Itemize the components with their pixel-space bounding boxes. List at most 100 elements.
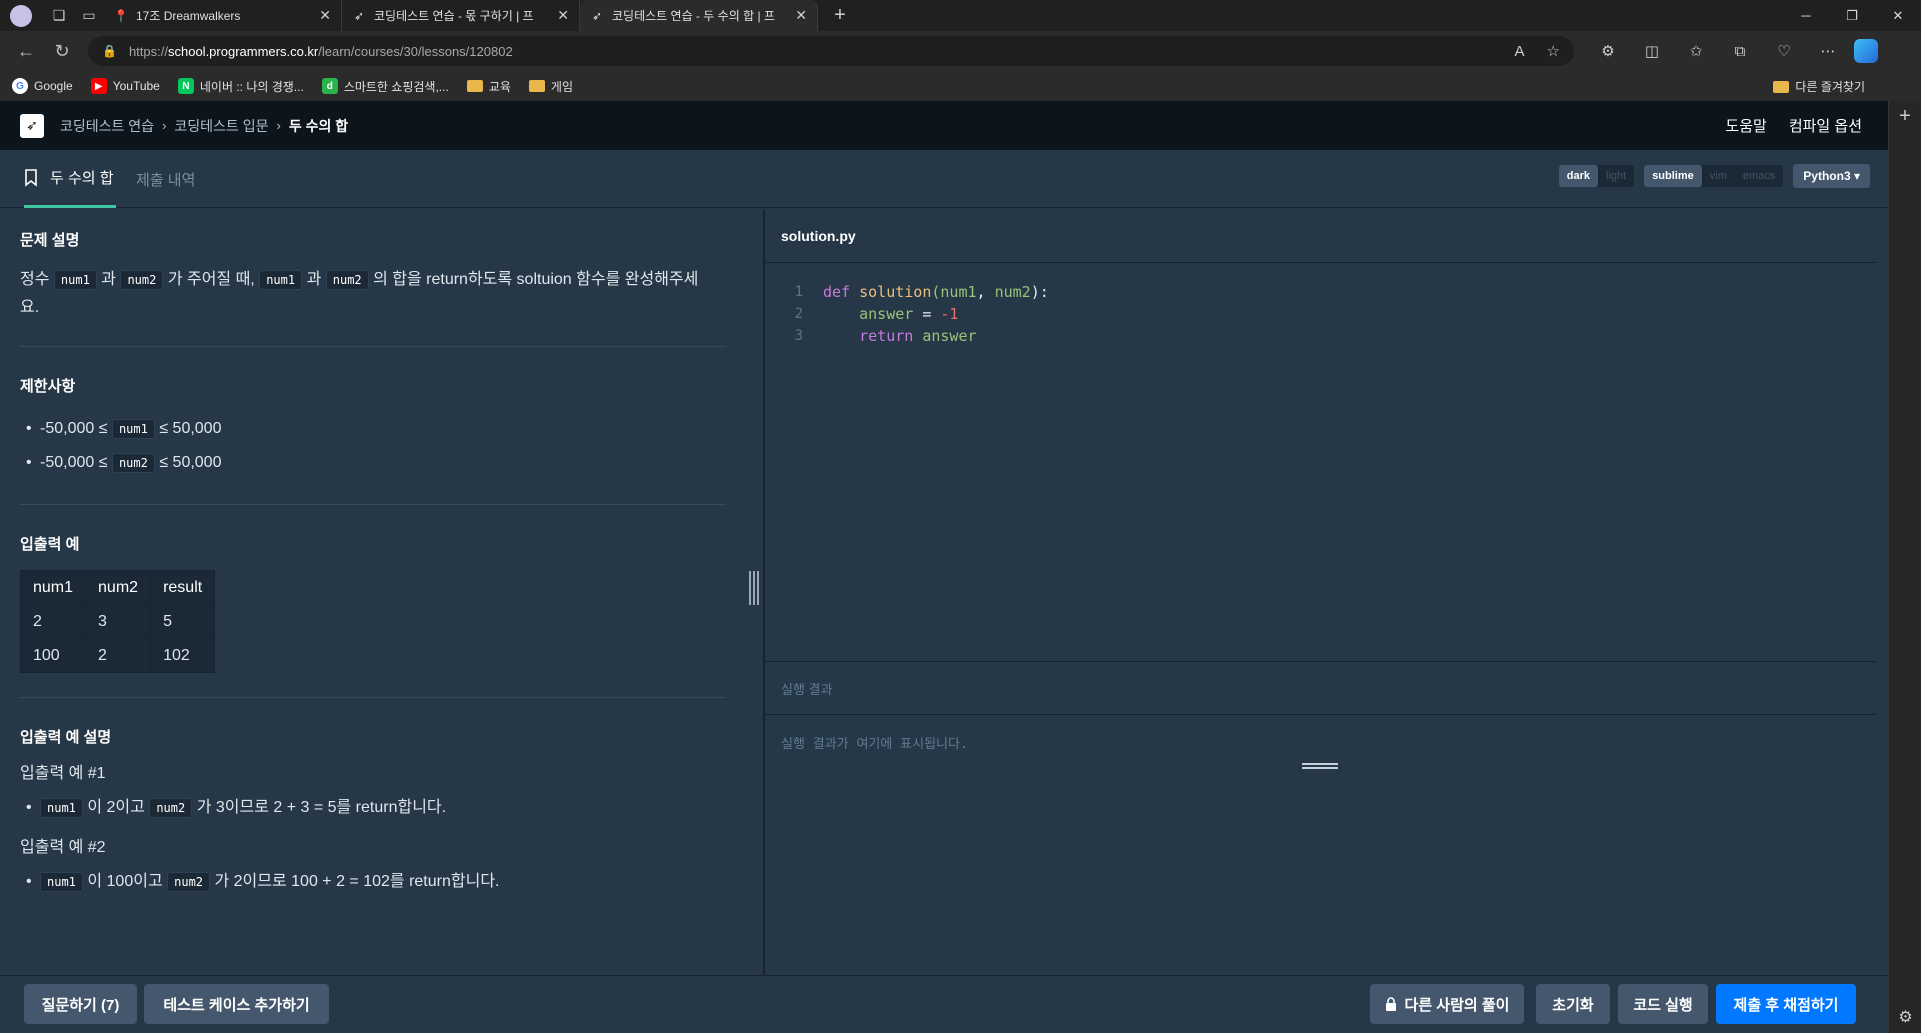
table-cell: 3 xyxy=(85,604,152,639)
run-code-button[interactable]: 코드 실행 xyxy=(1618,984,1708,1024)
list-item: -50,000 ≤ num1 ≤ 50,000 xyxy=(20,412,742,446)
language-select[interactable]: Python3 ▾ xyxy=(1793,164,1870,188)
language-label: Python3 xyxy=(1803,169,1851,183)
keymap-sublime-button[interactable]: sublime xyxy=(1644,165,1702,187)
table-row: 100 2 102 xyxy=(19,638,216,673)
result-output: 실행 결과가 여기에 표시됩니다. xyxy=(765,715,1876,975)
reset-button[interactable]: 초기화 xyxy=(1536,984,1610,1024)
others-solutions-button[interactable]: 다른 사람의 풀이 xyxy=(1370,984,1524,1024)
token-operator: = xyxy=(913,305,941,323)
add-testcase-button[interactable]: 테스트 케이스 추가하기 xyxy=(144,984,329,1024)
compile-options-link[interactable]: 컴파일 옵션 xyxy=(1789,115,1862,136)
google-icon: G xyxy=(12,78,28,94)
tab-label: 제출 내역 xyxy=(136,171,196,189)
bookmark-naver[interactable]: N 네이버 :: 나의 경쟁... xyxy=(177,78,304,95)
favorite-star-icon[interactable]: ☆ xyxy=(1547,42,1560,60)
keymap-emacs-button[interactable]: emacs xyxy=(1735,165,1783,187)
bookmark-google[interactable]: G Google xyxy=(12,78,73,94)
minimize-icon[interactable]: ─ xyxy=(1783,0,1829,31)
tab-problem[interactable]: 두 수의 합 xyxy=(24,150,116,208)
text: 이 2이고 xyxy=(87,799,145,816)
submit-button[interactable]: 제출 후 채점하기 xyxy=(1716,984,1856,1024)
code-line: 2 answer = -1 xyxy=(765,303,1876,325)
help-link[interactable]: 도움말 xyxy=(1725,115,1766,136)
browser-tab-3[interactable]: ➶ 코딩테스트 연습 - 두 수의 합 | 프 ✕ xyxy=(580,0,818,31)
settings-gear-icon[interactable]: ⚙ xyxy=(1889,1007,1921,1027)
lock-icon[interactable]: 🔒 xyxy=(102,44,117,58)
browser-tab-title: 코딩테스트 연습 - 두 수의 합 | 프 xyxy=(612,9,775,23)
other-bookmarks[interactable]: 다른 즐겨찾기 xyxy=(1773,78,1865,95)
table-cell: 102 xyxy=(150,638,216,673)
button-label: 다른 사람의 풀이 xyxy=(1404,996,1510,1014)
favorites-icon[interactable]: ✩ xyxy=(1674,42,1718,60)
performance-icon[interactable]: ♡ xyxy=(1762,42,1806,60)
bookmark-label: Google xyxy=(34,79,73,93)
keymap-toggle: sublime vim emacs xyxy=(1644,165,1784,187)
code-editor[interactable]: 1 def solution(num1, num2): 2 answer = -… xyxy=(765,263,1876,661)
read-aloud-icon[interactable]: A xyxy=(1515,43,1525,60)
extensions-icon[interactable]: ⚙ xyxy=(1586,42,1630,60)
bookmark-folder-game[interactable]: 게임 xyxy=(528,78,573,95)
token-variable: answer xyxy=(922,327,977,345)
table-cell: 2 xyxy=(19,604,87,639)
list-item: num1 이 2이고 num2 가 3이므로 2 + 3 = 5를 return… xyxy=(20,791,742,825)
button-label: 테스트 케이스 추가하기 xyxy=(163,996,310,1014)
breadcrumb-practice[interactable]: 코딩테스트 연습 xyxy=(60,116,154,136)
collections-icon[interactable]: ⧉ xyxy=(1718,42,1762,60)
restore-icon[interactable]: ❐ xyxy=(1829,0,1875,31)
code-text: def solution(num1, num2): xyxy=(823,283,1049,301)
filename: solution.py xyxy=(781,227,856,244)
profile-avatar[interactable] xyxy=(10,4,32,27)
refresh-icon[interactable]: ↻ xyxy=(44,35,80,67)
bookmark-youtube[interactable]: ▶ YouTube xyxy=(90,78,160,94)
table-header-row: num1 num2 result xyxy=(19,570,216,605)
close-window-icon[interactable]: ✕ xyxy=(1875,0,1921,31)
browser-tab-title: 코딩테스트 연습 - 몫 구하기 | 프 xyxy=(374,9,534,23)
divider xyxy=(20,504,726,505)
new-tab-icon[interactable]: + xyxy=(826,4,854,27)
breadcrumb-current: 두 수의 합 xyxy=(288,117,349,134)
bookmark-label: 교육 xyxy=(488,79,511,94)
bookmark-label: 스마트한 쇼핑검색,... xyxy=(343,79,449,94)
problem-description-pane[interactable]: 문제 설명 정수 num1 과 num2 가 주어질 때, num1 과 num… xyxy=(0,209,762,975)
tab-actions-icon[interactable]: ▭ xyxy=(74,4,104,28)
inline-code: num1 xyxy=(53,270,97,290)
close-icon[interactable]: ✕ xyxy=(557,7,569,24)
close-icon[interactable]: ✕ xyxy=(795,7,807,24)
token-number: -1 xyxy=(940,305,959,323)
browser-tab-1[interactable]: 📍 17조 Dreamwalkers ✕ xyxy=(104,0,342,31)
browser-tab-2[interactable]: ➶ 코딩테스트 연습 - 몫 구하기 | 프 ✕ xyxy=(342,0,580,31)
workspaces-icon[interactable]: ❏ xyxy=(44,4,74,28)
theme-dark-button[interactable]: dark xyxy=(1558,165,1598,187)
bookmark-folder-education[interactable]: 교육 xyxy=(466,78,511,95)
tab-submissions[interactable]: 제출 내역 xyxy=(136,150,195,208)
copilot-icon[interactable] xyxy=(1854,39,1878,63)
split-screen-icon[interactable]: ◫ xyxy=(1630,42,1674,60)
ask-question-button[interactable]: 질문하기 (7) xyxy=(24,984,137,1024)
keymap-vim-button[interactable]: vim xyxy=(1702,165,1735,187)
tab-label: 두 수의 합 xyxy=(50,170,114,187)
list-item: num1 이 100이고 num2 가 2이므로 100 + 2 = 102를 … xyxy=(20,865,742,899)
breadcrumb-intro[interactable]: 코딩테스트 입문 xyxy=(174,116,268,136)
add-sidebar-icon[interactable]: + xyxy=(1889,105,1921,128)
back-icon[interactable]: ← xyxy=(8,35,44,67)
more-icon[interactable]: ⋯ xyxy=(1806,42,1850,60)
url-path: /learn/courses/30/lessons/120802 xyxy=(318,43,513,59)
description-text: 정수 num1 과 num2 가 주어질 때, num1 과 num2 의 합을… xyxy=(20,266,742,322)
pane-resize-handle[interactable] xyxy=(748,571,760,605)
theme-light-button[interactable]: light xyxy=(1598,165,1634,187)
example-2-list: num1 이 100이고 num2 가 2이므로 100 + 2 = 102를 … xyxy=(20,865,742,899)
editor-options: dark light sublime vim emacs Python3 ▾ xyxy=(1549,164,1870,188)
bookmark-icon xyxy=(25,168,37,187)
table-row: 2 3 5 xyxy=(19,604,216,639)
code-text: answer = -1 xyxy=(823,305,958,323)
token-keyword: return xyxy=(859,327,914,345)
close-icon[interactable]: ✕ xyxy=(319,7,331,24)
programmers-logo-icon[interactable]: ➶ xyxy=(20,113,44,138)
bookmark-shopping[interactable]: d 스마트한 쇼핑검색,... xyxy=(321,78,449,95)
inline-code: num1 xyxy=(40,798,83,818)
token-keyword: def xyxy=(823,283,851,301)
url-field[interactable]: 🔒 https://school.programmers.co.kr/learn… xyxy=(88,36,1574,66)
app-header: ➶ 코딩테스트 연습 › 코딩테스트 입문 › 두 수의 합 도움말 컴파일 옵… xyxy=(0,101,1888,150)
bookmark-label: 게임 xyxy=(550,79,573,94)
